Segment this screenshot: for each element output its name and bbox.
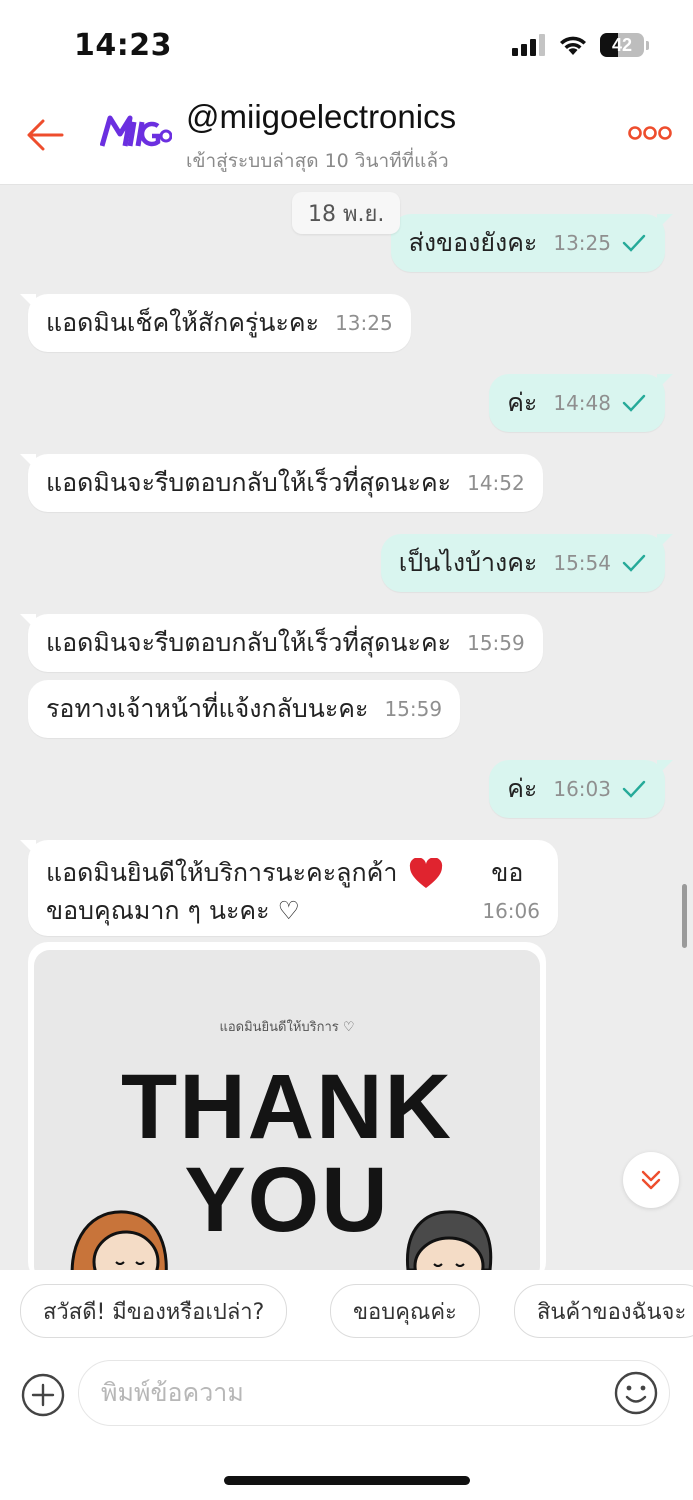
message-text: เป็นไงบ้างคะ: [398, 548, 538, 577]
message-time: 13:25: [553, 231, 611, 255]
message-text: ส่งของยังคะ: [408, 228, 538, 257]
message-incoming[interactable]: แอดมินเช็คให้สักครู่นะคะ 13:25: [20, 294, 411, 352]
status-bar: 14:23 42: [0, 0, 693, 90]
chat-header: @miigoelectronics เข้าสู่ระบบล่าสุด 10 ว…: [0, 90, 693, 185]
message-text: รอทางเจ้าหน้าที่แจ้งกลับนะคะ: [46, 694, 369, 723]
message-text: ค่ะ: [507, 774, 538, 803]
heart-emoji-icon: [410, 858, 443, 888]
more-icon[interactable]: [627, 120, 673, 146]
sent-check-icon: [622, 234, 646, 252]
girl-illustration: [70, 1210, 168, 1270]
message-outgoing[interactable]: ค่ะ 16:03: [489, 760, 673, 818]
chat-messages[interactable]: ส่งของยังคะ 13:25 18 พ.ย. แอดมินเช็คให้ส…: [0, 184, 693, 1270]
message-outgoing[interactable]: เป็นไงบ้างคะ 15:54: [380, 534, 673, 592]
back-arrow-icon[interactable]: [22, 112, 68, 158]
shop-name[interactable]: @miigoelectronics: [186, 98, 456, 136]
signal-icon: [512, 34, 545, 56]
message-time: 16:03: [553, 777, 611, 801]
message-time: 15:59: [467, 631, 525, 655]
message-text: ค่ะ: [507, 388, 538, 417]
last-seen-status: เข้าสู่ระบบล่าสุด 10 วินาทีที่แล้ว: [186, 150, 449, 172]
date-separator: 18 พ.ย.: [292, 192, 401, 234]
message-time: 15:59: [384, 697, 443, 721]
message-incoming[interactable]: แอดมินยินดีให้บริการนะคะลูกค้า ขอ ขอบคุณ…: [20, 840, 558, 936]
message-time: 16:06: [482, 899, 540, 923]
message-outgoing[interactable]: ค่ะ 14:48: [489, 374, 673, 432]
sent-check-icon: [622, 554, 646, 572]
message-line: ขอบคุณมาก ๆ นะคะ ♡ 16:06: [46, 892, 540, 930]
shop-logo: [100, 115, 172, 147]
message-incoming[interactable]: แอดมินจะรีบตอบกลับให้เร็วที่สุดนะคะ 14:5…: [20, 454, 543, 512]
thank-you-image[interactable]: แอดมินยินดีให้บริการ ♡ THANK YOU: [34, 950, 540, 1270]
message-text: แอดมินเช็คให้สักครู่นะคะ: [46, 308, 320, 337]
message-input[interactable]: พิมพ์ข้อความ: [78, 1360, 670, 1426]
status-icons: 42: [512, 30, 649, 60]
wifi-icon: [560, 36, 586, 55]
quick-replies: สวัสดี! มีของหรือเปล่า? ขอบคุณค่ะ สินค้า…: [0, 1270, 693, 1356]
message-line: แอดมินยินดีให้บริการนะคะลูกค้า ขอ: [46, 854, 540, 892]
message-text: แอดมินจะรีบตอบกลับให้เร็วที่สุดนะคะ: [46, 628, 452, 657]
message-time: 14:48: [553, 391, 611, 415]
boy-illustration: [406, 1210, 493, 1270]
message-text: แอดมินยินดีให้บริการนะคะลูกค้า: [46, 858, 398, 887]
message-time: 13:25: [335, 311, 393, 335]
quick-reply-chip[interactable]: สวัสดี! มีของหรือเปล่า?: [20, 1284, 288, 1338]
image-text-thank: THANK: [121, 1056, 453, 1158]
quick-reply-chip[interactable]: ขอบคุณค่ะ: [330, 1284, 480, 1338]
message-incoming[interactable]: รอทางเจ้าหน้าที่แจ้งกลับนะคะ 15:59: [28, 680, 461, 738]
message-incoming[interactable]: แอดมินจะรีบตอบกลับให้เร็วที่สุดนะคะ 15:5…: [20, 614, 543, 672]
message-outgoing[interactable]: ส่งของยังคะ 13:25: [390, 214, 673, 272]
message-text: ขอบคุณมาก ๆ นะคะ ♡: [46, 896, 300, 925]
double-chevron-down-icon: [641, 1170, 661, 1190]
message-text: แอดมินจะรีบตอบกลับให้เร็วที่สุดนะคะ: [46, 468, 452, 497]
chat-scrollbar[interactable]: [682, 884, 687, 948]
battery-icon: 42: [600, 33, 644, 57]
home-indicator[interactable]: [224, 1476, 470, 1485]
emoji-icon[interactable]: [613, 1370, 659, 1416]
status-time: 14:23: [74, 28, 172, 63]
battery-level: 42: [611, 34, 633, 55]
sent-check-icon: [622, 394, 646, 412]
image-message[interactable]: แอดมินยินดีให้บริการ ♡ THANK YOU: [28, 942, 546, 1270]
battery-tip: [646, 40, 649, 50]
quick-reply-chip[interactable]: สินค้าของฉันจะ: [514, 1284, 693, 1338]
scroll-to-bottom-button[interactable]: [623, 1152, 679, 1208]
sent-check-icon: [622, 780, 646, 798]
add-attachment-icon[interactable]: [20, 1372, 66, 1418]
image-caption: แอดมินยินดีให้บริการ ♡: [219, 1020, 355, 1035]
message-text-cont: ขอ: [491, 858, 524, 887]
message-time: 15:54: [553, 551, 611, 575]
message-time: 14:52: [467, 471, 525, 495]
